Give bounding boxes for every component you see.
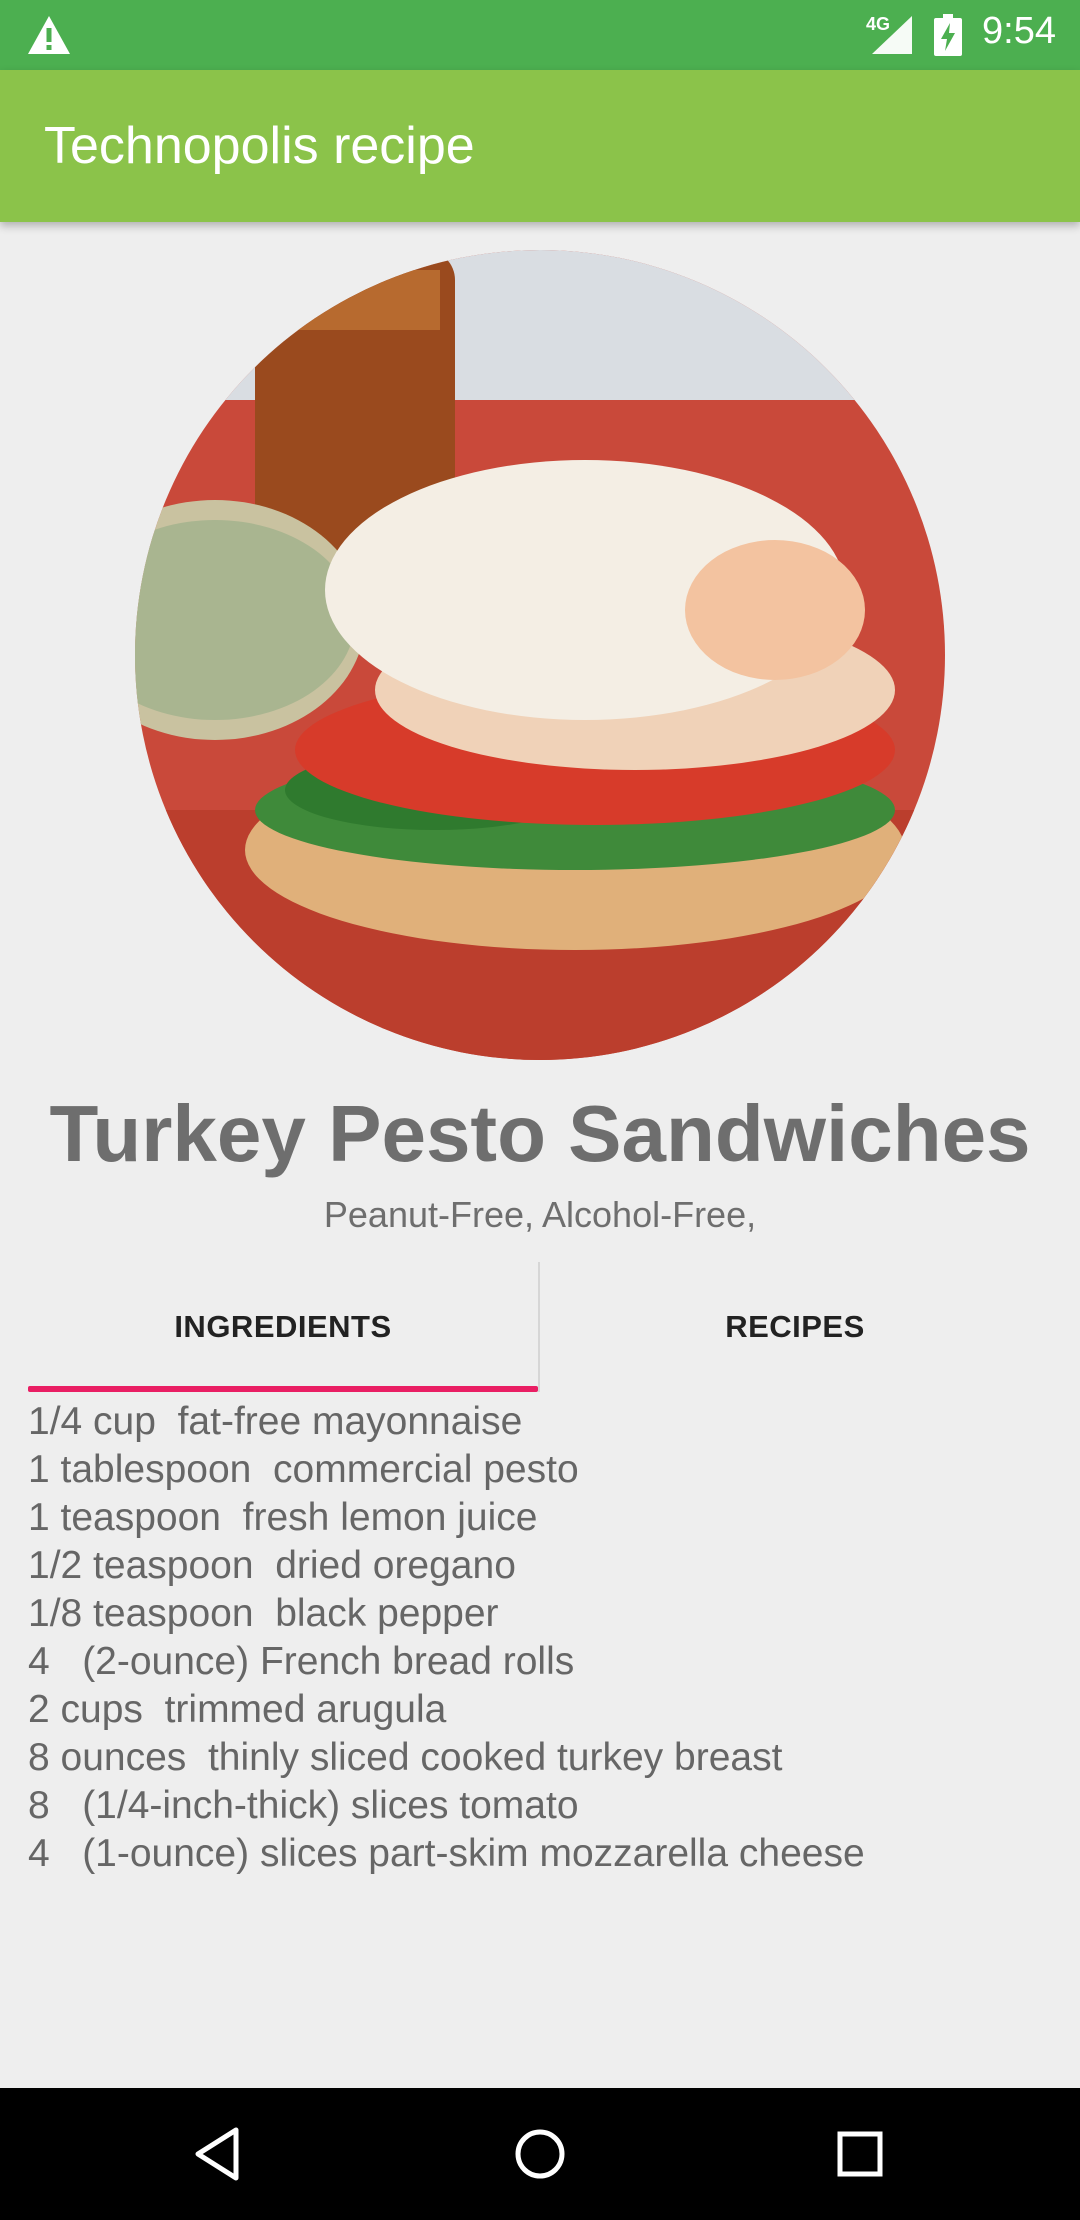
signal-icon bbox=[872, 16, 912, 54]
ingredient-item: 1/8 teaspoon black pepper bbox=[28, 1592, 499, 1635]
ingredient-item: 4 (2-ounce) French bread rolls bbox=[28, 1640, 575, 1683]
status-clock: 9:54 bbox=[982, 10, 1056, 52]
app-bar: Technopolis recipe bbox=[0, 70, 1080, 222]
ingredient-item: 1/2 teaspoon dried oregano bbox=[28, 1544, 516, 1587]
battery-charging-icon bbox=[934, 14, 962, 56]
recipe-photo bbox=[135, 250, 945, 1060]
home-icon[interactable] bbox=[510, 2124, 570, 2184]
ingredient-item: 4 (1-ounce) slices part-skim mozzarella … bbox=[28, 1832, 865, 1875]
app-title: Technopolis recipe bbox=[44, 117, 475, 175]
recents-icon[interactable] bbox=[830, 2124, 890, 2184]
ingredient-item: 1 tablespoon commercial pesto bbox=[28, 1448, 579, 1491]
status-bar: 4G 9:54 bbox=[0, 0, 1080, 70]
ingredient-item: 8 ounces thinly sliced cooked turkey bre… bbox=[28, 1736, 783, 1779]
tab-selected-indicator bbox=[28, 1386, 538, 1392]
warning-icon bbox=[28, 16, 70, 54]
navigation-bar bbox=[0, 2088, 1080, 2220]
tab-ingredients[interactable]: INGREDIENTS bbox=[28, 1262, 538, 1392]
ingredient-item: 2 cups trimmed arugula bbox=[28, 1688, 447, 1731]
recipe-tags: Peanut-Free, Alcohol-Free, bbox=[323, 1194, 757, 1235]
ingredients-list: 1/4 cup fat-free mayonnaise 1 tablespoon… bbox=[28, 1398, 865, 1878]
tab-recipes[interactable]: RECIPES bbox=[540, 1262, 1050, 1392]
back-icon[interactable] bbox=[190, 2124, 250, 2184]
recipe-title: Turkey Pesto Sandwiches bbox=[49, 1089, 1031, 1178]
ingredient-item: 8 (1/4-inch-thick) slices tomato bbox=[28, 1784, 579, 1827]
ingredient-item: 1 teaspoon fresh lemon juice bbox=[28, 1496, 538, 1539]
ingredient-item: 1/4 cup fat-free mayonnaise bbox=[28, 1400, 523, 1443]
